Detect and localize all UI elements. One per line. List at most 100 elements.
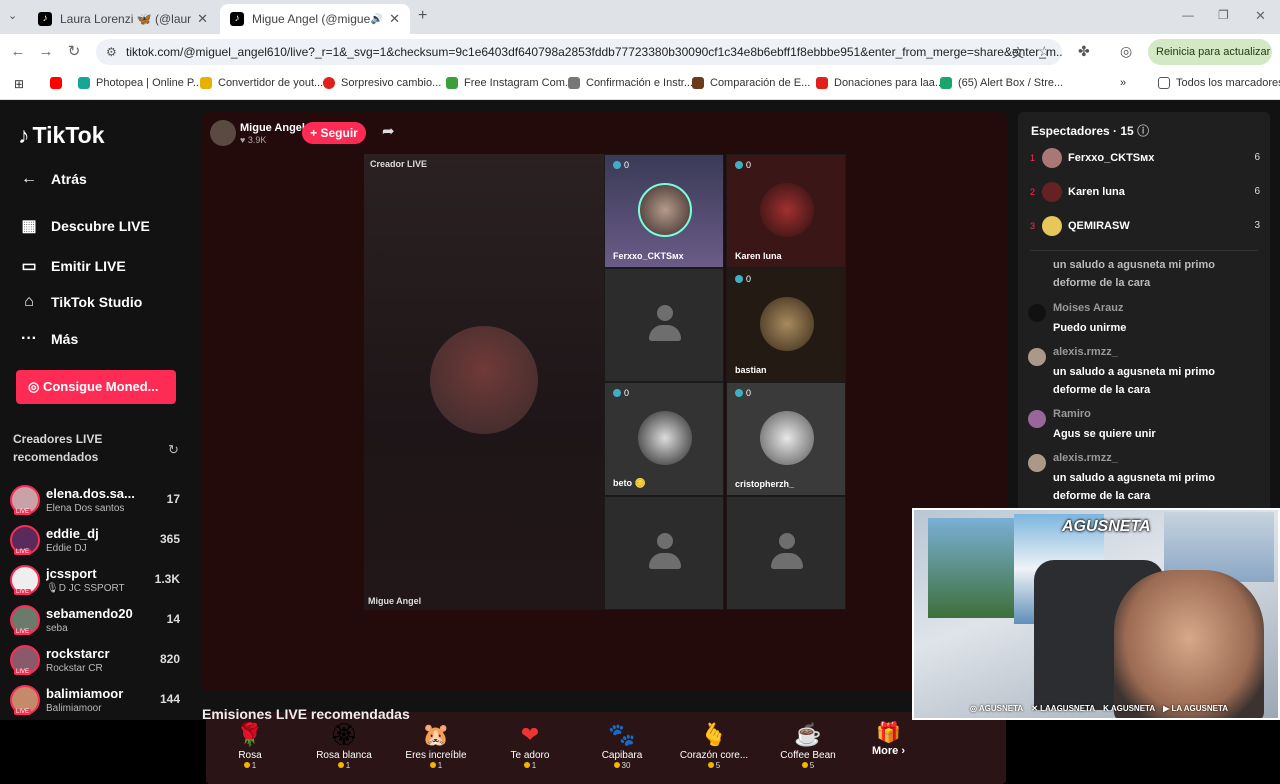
chat-user[interactable]: Ramiro xyxy=(1053,408,1091,420)
likes-count: 3.9K xyxy=(247,135,267,145)
info-icon[interactable]: ⓘ xyxy=(1137,124,1149,138)
host-video[interactable]: Creador LIVE Migue Angel xyxy=(364,154,604,610)
get-coins-button[interactable]: ◎ Consigue Moned... xyxy=(16,370,176,404)
new-tab-button[interactable]: + xyxy=(418,7,427,25)
top-viewer[interactable]: 1 Ferxxo_CKTSᴍx 6 xyxy=(1030,146,1260,174)
viewer-name: Karen luna xyxy=(1068,186,1125,198)
all-bookmarks[interactable]: Todos los marcadores xyxy=(1158,77,1280,89)
chat-user[interactable]: alexis.rmzz_ xyxy=(1053,346,1118,358)
guest-cell[interactable] xyxy=(604,268,724,382)
guest-name: cristopherzh_ xyxy=(735,479,795,489)
close-tab-icon[interactable]: ✕ xyxy=(389,11,400,27)
instagram-handle: ◎ AGUSNETA xyxy=(970,703,1024,713)
gift-item[interactable]: ☕ Coffee Bean 5 xyxy=(762,720,854,770)
guest-badge: 0 xyxy=(735,388,751,398)
tiktok-note-icon: ♪ xyxy=(18,122,30,148)
tiktok-favicon-icon: ♪ xyxy=(230,12,244,26)
profile-icon[interactable]: ◎ xyxy=(1120,43,1132,60)
follow-button[interactable]: + Seguir xyxy=(302,122,366,144)
guest-cell[interactable] xyxy=(726,496,846,610)
creator-item[interactable]: LIVE jcssport 🎙D JC SSPORT 1.3K xyxy=(10,562,190,602)
nav-tiktok-studio[interactable]: ⌂ TikTok Studio xyxy=(18,293,142,311)
bookmark-confirmacion[interactable]: Confirmación e Instr... xyxy=(568,77,693,89)
avatar[interactable] xyxy=(1028,304,1046,322)
gift-price: 1 xyxy=(390,761,482,770)
bookmark-star-icon[interactable]: ☆ xyxy=(1038,43,1051,60)
avatar xyxy=(1042,216,1062,236)
white-rose-icon: 🏵 xyxy=(330,722,358,747)
creator-item[interactable]: LIVE balimiamoor Balimiamoor 144 xyxy=(10,682,190,722)
forward-icon[interactable]: → xyxy=(36,42,56,62)
more-gifts-button[interactable]: 🎁 More › xyxy=(872,720,905,757)
refresh-icon[interactable]: ↻ xyxy=(168,442,179,458)
minimize-icon[interactable]: — xyxy=(1182,8,1194,22)
url-input[interactable]: ⚙ tiktok.com/@miguel_angel610/live?_r=1&… xyxy=(96,39,1062,65)
close-tab-icon[interactable]: ✕ xyxy=(197,11,208,27)
gift-item[interactable]: 🐾 Capibara 30 xyxy=(576,720,668,770)
guest-cell[interactable] xyxy=(604,496,724,610)
tab-migue[interactable]: ♪ Migue Angel (@miguel_ang 🔊 ✕ xyxy=(220,4,410,34)
translate-icon[interactable]: 文 xyxy=(1012,44,1024,61)
share-icon[interactable]: ➦ xyxy=(382,122,395,140)
site-info-icon[interactable]: ⚙ xyxy=(106,39,117,65)
extensions-icon[interactable]: ✤ xyxy=(1078,43,1090,60)
guest-cell[interactable]: 0 Karen luna xyxy=(726,154,846,268)
chat-user[interactable]: alexis.rmzz_ xyxy=(1053,452,1118,464)
bookmark-convertidor[interactable]: Convertidor de yout... xyxy=(200,77,323,89)
close-window-icon[interactable]: ✕ xyxy=(1255,8,1266,24)
creator-item[interactable]: LIVE elena.dos.sa... Elena Dos santos 17 xyxy=(10,482,190,522)
top-viewer[interactable]: 2 Karen luna 6 xyxy=(1030,180,1260,208)
audio-icon[interactable]: 🔊 xyxy=(371,14,383,25)
update-button[interactable]: Reinicia para actualizar ⋮ xyxy=(1148,39,1272,84)
guest-cell[interactable]: 0 bastian xyxy=(726,268,846,382)
more-bookmarks-icon[interactable]: » xyxy=(1120,77,1126,89)
restore-icon[interactable]: ❐ xyxy=(1218,8,1229,22)
avatar[interactable] xyxy=(1028,410,1046,428)
nav-atras[interactable]: ← Atrás xyxy=(18,170,87,188)
gift-item[interactable]: 🐹 Eres increíble 1 xyxy=(390,720,482,770)
top-viewer[interactable]: 3 QEMIRASW 3 xyxy=(1030,214,1260,242)
creator-item[interactable]: LIVE sebamendo20 seba 14 xyxy=(10,602,190,642)
youtube-icon[interactable] xyxy=(50,77,68,89)
sidebar: ♪ TikTok ← Atrás ▦ Descubre LIVE ▭ Emitir L… xyxy=(0,100,200,720)
chat-user[interactable]: Moises Arauz xyxy=(1053,302,1124,314)
host-avatar[interactable] xyxy=(210,120,236,146)
nav-mas[interactable]: ··· Más xyxy=(18,330,78,348)
guest-cell[interactable]: 0 beto 🪙 xyxy=(604,382,724,496)
tab-laura[interactable]: ♪ Laura Lorenzi 🦋 (@laurita.bj) ✕ xyxy=(28,4,218,34)
back-icon[interactable]: ← xyxy=(8,42,28,62)
capybara-icon: 🐾 xyxy=(608,722,636,747)
gift-item[interactable]: 🫰 Corazón core... 5 xyxy=(668,720,760,770)
creator-item[interactable]: LIVE rockstarcr Rockstar CR 820 xyxy=(10,642,190,682)
nav-label: Más xyxy=(51,331,79,347)
viewer-count: 820 xyxy=(159,652,180,666)
guest-cell[interactable]: 0 Ferxxo_CKTSᴍx xyxy=(604,154,724,268)
tab-list-menu-icon[interactable]: ⌄ xyxy=(8,9,17,22)
bookmark-alertbox[interactable]: (65) Alert Box / Stre... xyxy=(940,77,1063,89)
host-name[interactable]: Migue Angel xyxy=(240,122,305,134)
bookmark-sorpresivo[interactable]: Sorpresivo cambio... xyxy=(323,77,441,89)
guest-cell[interactable]: 0 cristopherzh_ xyxy=(726,382,846,496)
bookmark-donaciones[interactable]: Donaciones para laa... xyxy=(816,77,944,89)
guest-avatar xyxy=(760,297,814,351)
bookmark-photopea[interactable]: Photopea | Online P... xyxy=(78,77,202,89)
apps-icon[interactable]: ⊞ xyxy=(14,77,24,91)
gift-item[interactable]: 🏵 Rosa blanca 1 xyxy=(298,720,390,770)
chat-text: Agus se quiere unir xyxy=(1053,428,1156,440)
tiktok-logo[interactable]: ♪ TikTok xyxy=(18,122,105,149)
creator-username: eddie_dj xyxy=(46,526,99,541)
gift-item[interactable]: 🌹 Rosa 1 xyxy=(204,720,296,770)
avatar[interactable] xyxy=(1028,454,1046,472)
creator-item[interactable]: LIVE eddie_dj Eddie DJ 365 xyxy=(10,522,190,562)
nav-descubre-live[interactable]: ▦ Descubre LIVE xyxy=(18,216,149,236)
nav-label: TikTok Studio xyxy=(51,294,143,310)
gift-item[interactable]: ❤ Te adoro 1 xyxy=(484,720,576,770)
avatar[interactable] xyxy=(1028,348,1046,366)
coins-label: Consigue Moned... xyxy=(42,379,159,394)
streamer-face xyxy=(1114,570,1264,718)
bookmark-comparacion[interactable]: Comparación de E... xyxy=(692,77,810,89)
avatar xyxy=(1042,148,1062,168)
bookmark-instagram[interactable]: Free Instagram Com... xyxy=(446,77,574,89)
reload-icon[interactable]: ↻ xyxy=(64,42,84,62)
nav-emitir-live[interactable]: ▭ Emitir LIVE xyxy=(18,256,125,276)
